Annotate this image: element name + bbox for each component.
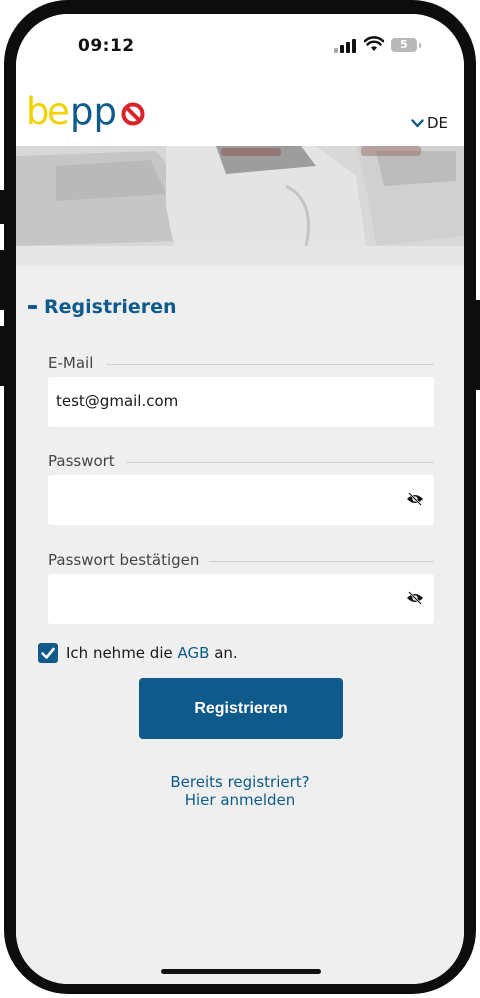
app-header: b e pp DE (16, 82, 464, 146)
page-title: Registrieren (44, 296, 177, 318)
battery-icon: 5 (391, 38, 417, 52)
side-button (0, 326, 4, 386)
email-field[interactable]: test@gmail.com (48, 377, 434, 427)
battery-tip (419, 43, 421, 48)
registration-form: Registrieren E-Mail test@gmail.com Passw… (16, 266, 464, 984)
eye-slash-icon[interactable] (406, 492, 424, 506)
car-illustration (16, 146, 464, 266)
terms-text: Ich nehme die AGB an. (66, 644, 238, 662)
side-button (0, 190, 4, 224)
login-link-line2[interactable]: Hier anmelden (16, 791, 464, 809)
status-time: 09:12 (78, 36, 135, 56)
email-value: test@gmail.com (56, 392, 179, 410)
beppo-logo: b e pp (26, 94, 145, 133)
terms-link[interactable]: AGB (178, 644, 210, 662)
wifi-icon (364, 36, 384, 51)
terms-suffix: an. (214, 644, 238, 662)
divider (126, 462, 434, 463)
login-link-line1[interactable]: Bereits registriert? (16, 773, 464, 791)
password-field[interactable] (48, 475, 434, 525)
battery-level: 5 (400, 38, 408, 51)
terms-checkbox[interactable] (38, 643, 58, 663)
register-button[interactable]: Registrieren (139, 678, 343, 739)
hero-image (16, 146, 464, 266)
confirm-password-field[interactable] (48, 574, 434, 624)
home-indicator[interactable] (161, 969, 321, 974)
svg-text:b: b (26, 94, 49, 133)
title-dash (28, 305, 37, 309)
language-selector[interactable]: DE (411, 114, 448, 132)
eye-slash-icon[interactable] (406, 591, 424, 605)
login-link[interactable]: Bereits registriert? Hier anmelden (16, 773, 464, 809)
screen: 09:12 5 b e pp DE Registrieren E-Mail te… (16, 14, 464, 984)
section-title: Registrieren (28, 296, 177, 318)
divider (106, 364, 434, 365)
email-label: E-Mail (48, 354, 94, 372)
chevron-down-icon (411, 118, 424, 127)
password-label: Passwort (48, 452, 115, 470)
divider (209, 561, 434, 562)
svg-text:e: e (47, 94, 70, 133)
terms-prefix: Ich nehme die (66, 644, 173, 662)
svg-text:pp: pp (70, 94, 117, 133)
language-label: DE (426, 114, 448, 132)
status-bar: 09:12 5 (16, 14, 464, 82)
checkmark-icon (41, 647, 55, 659)
side-button (0, 250, 4, 310)
signal-icon (334, 39, 356, 53)
side-button (476, 300, 480, 390)
confirm-password-label: Passwort bestätigen (48, 551, 200, 569)
